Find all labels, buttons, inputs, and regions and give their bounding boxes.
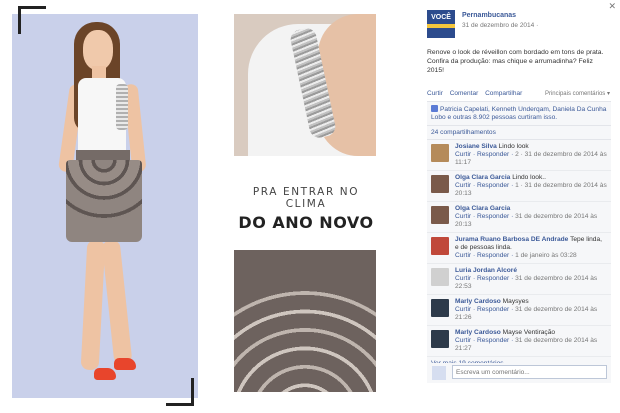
commenter-avatar[interactable]: [431, 144, 449, 162]
frame-corner-top-left: [18, 6, 46, 34]
facebook-post-panel: ✕ VOCÊ Pernambucanas 31 de dezembro de 2…: [422, 0, 620, 413]
commenter-name[interactable]: Olga Clara Garcia: [455, 205, 510, 212]
comment-button[interactable]: Comentar: [450, 90, 479, 97]
like-button[interactable]: Curtir: [427, 90, 443, 97]
post-actions: Curtir Comentar Compartilhar: [427, 90, 527, 97]
comment-text: Maysyes: [502, 298, 529, 305]
thumbs-up-icon: [431, 105, 438, 112]
comment-item: Luria Jordan Alcoré Curtir · Responder ·…: [427, 264, 611, 295]
comment-item: Marly Cardoso Maysyes Curtir · Responder …: [427, 295, 611, 326]
tank-sequin-detail: [116, 84, 128, 130]
commenter-name[interactable]: Luria Jordan Alcoré: [455, 267, 517, 274]
comment-timestamp: 1 de janeiro às 03:28: [515, 252, 577, 259]
comment-text: Mayse Ventiração: [502, 329, 556, 336]
likes-summary: Patricia Capelati, Kenneth Underqam, Dan…: [427, 102, 611, 126]
commenter-avatar[interactable]: [431, 299, 449, 317]
detail-photo-bottom: [234, 250, 376, 392]
comment-meta: Curtir · Responder · 1 de janeiro às 03:…: [455, 252, 577, 259]
commenter-name[interactable]: Olga Clara Garcia: [455, 174, 510, 181]
comment-item: Olga Clara Garcia Lindo look.. Curtir · R…: [427, 171, 611, 202]
headline-line2: DO ANO NOVO: [238, 213, 374, 232]
user-avatar: [432, 366, 446, 380]
shares-count[interactable]: 24 compartilhamentos: [427, 126, 611, 140]
comment-text: Lindo look: [498, 143, 529, 150]
comment-item: Olga Clara Garcia Curtir · Responder · 3…: [427, 202, 611, 233]
headline-line1: PRA ENTRAR NO CLIMA: [252, 186, 360, 210]
comment-actions[interactable]: Curtir · Responder ·: [455, 306, 515, 313]
ad-headline: PRA ENTRAR NO CLIMA DO ANO NOVO: [232, 186, 380, 232]
page-avatar[interactable]: VOCÊ: [427, 10, 455, 38]
comment-list: Josiane Silva Lindo look Curtir · Respond…: [427, 140, 611, 357]
comment-sort-dropdown[interactable]: Principais comentários ▾: [545, 90, 610, 97]
likes-text[interactable]: Patricia Capelati, Kenneth Underqam, Dan…: [431, 106, 606, 121]
comment-actions[interactable]: Curtir · Responder ·: [455, 182, 515, 189]
commenter-avatar[interactable]: [431, 206, 449, 224]
commenter-name[interactable]: Marly Cardoso: [455, 329, 501, 336]
ad-image: PRA ENTRAR NO CLIMA DO ANO NOVO: [0, 0, 422, 413]
page-logo-text: VOCÊ: [431, 14, 451, 21]
comment-actions[interactable]: Curtir · Responder ·: [455, 337, 515, 344]
commenter-name[interactable]: Jurama Ruano Barbosa DE Andrade: [455, 236, 568, 243]
comments-section: Patricia Capelati, Kenneth Underqam, Dan…: [427, 101, 611, 383]
post-timestamp[interactable]: 31 de dezembro de 2014 ·: [462, 22, 538, 29]
comment-item: Josiane Silva Lindo look Curtir · Respond…: [427, 140, 611, 171]
page-logo-stripe: [427, 24, 455, 28]
comment-item: Jurama Ruano Barbosa DE Andrade Tepe lin…: [427, 233, 611, 264]
comment-meta: Curtir · Responder · 1 · 31 de dezembro …: [455, 182, 607, 197]
comment-actions[interactable]: Curtir · Responder ·: [455, 252, 515, 259]
post-text: Renove o look de réveillon com bordado e…: [427, 49, 604, 74]
commenter-avatar[interactable]: [431, 330, 449, 348]
close-icon[interactable]: ✕: [608, 1, 616, 12]
frame-corner-bottom-right: [166, 378, 194, 406]
screenshot: PRA ENTRAR NO CLIMA DO ANO NOVO ✕ VOCÊ P…: [0, 0, 620, 413]
detail-photo-top: [234, 14, 376, 156]
comment-actions[interactable]: Curtir · Responder ·: [455, 151, 515, 158]
comment-text: Lindo look..: [512, 174, 546, 181]
model-shoe-left: [94, 368, 116, 380]
commenter-avatar[interactable]: [431, 237, 449, 255]
comment-actions[interactable]: Curtir · Responder ·: [455, 213, 515, 220]
comment-meta: Curtir · Responder · 2 · 31 de dezembro …: [455, 151, 607, 166]
commenter-name[interactable]: Marly Cardoso: [455, 298, 501, 305]
comment-meta: Curtir · Responder · 31 de dezembro de 2…: [455, 275, 597, 290]
commenter-avatar[interactable]: [431, 268, 449, 286]
model-face: [83, 30, 113, 70]
comment-input[interactable]: [452, 365, 607, 379]
model-shoe-right: [114, 358, 136, 370]
page-name-link[interactable]: Pernambucanas: [462, 12, 516, 19]
commenter-avatar[interactable]: [431, 175, 449, 193]
share-button[interactable]: Compartilhar: [485, 90, 522, 97]
comment-actions[interactable]: Curtir · Responder ·: [455, 275, 515, 282]
comment-meta: Curtir · Responder · 31 de dezembro de 2…: [455, 306, 597, 321]
comment-meta: Curtir · Responder · 31 de dezembro de 2…: [455, 337, 597, 352]
comment-meta: Curtir · Responder · 31 de dezembro de 2…: [455, 213, 597, 228]
write-comment-box: [427, 363, 611, 383]
commenter-name[interactable]: Josiane Silva: [455, 143, 497, 150]
model-sequin-skirt: [66, 160, 142, 242]
comment-item: Marly Cardoso Mayse Ventiração Curtir · R…: [427, 326, 611, 357]
